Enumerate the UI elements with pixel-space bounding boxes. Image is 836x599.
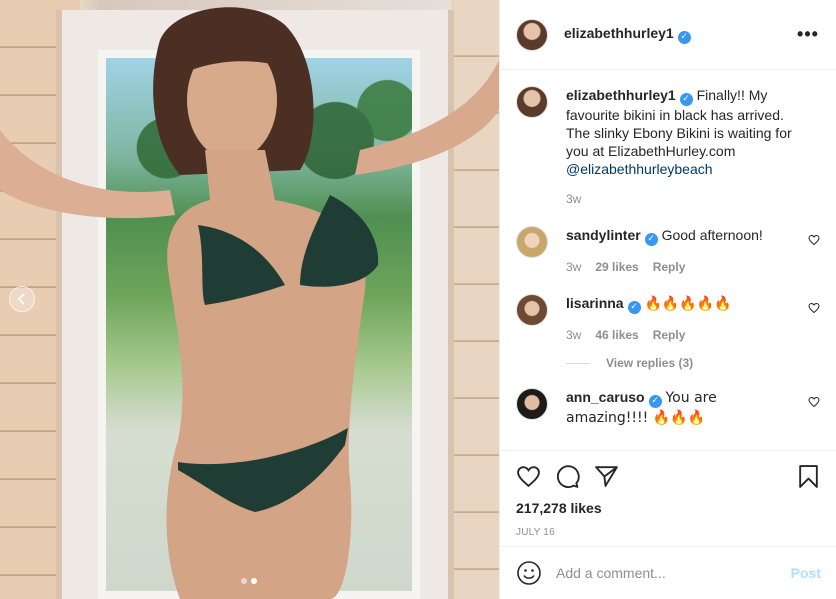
post-date[interactable]: JULY 16 <box>516 527 821 538</box>
add-comment-bar: Post <box>500 546 836 599</box>
add-comment-input[interactable] <box>556 565 791 581</box>
commenter-avatar[interactable] <box>516 226 548 258</box>
carousel-dot[interactable] <box>241 578 247 584</box>
comment-body: lisarinna ✓ 🔥🔥🔥🔥🔥 3w 46 likes Reply <box>566 294 820 344</box>
comment-meta: 3w 29 likes Reply <box>566 258 798 276</box>
post-actions: 217,278 likes JULY 16 <box>500 450 836 548</box>
caption-body: elizabethhurley1 ✓ Finally!! My favourite… <box>566 86 820 208</box>
comment-likes[interactable]: 29 likes <box>595 258 638 276</box>
post-comment-button[interactable]: Post <box>791 565 821 581</box>
caption-mention-link[interactable]: @elizabethhurleybeach <box>566 161 713 177</box>
save-bookmark-icon[interactable] <box>796 464 821 489</box>
comment-like-heart-icon[interactable] <box>808 396 820 408</box>
comment-item: ann_caruso ✓ You are amazing!!!! 🔥🔥🔥 <box>516 388 820 427</box>
commenter-avatar[interactable] <box>516 388 548 420</box>
emoji-smiley-icon[interactable] <box>516 560 542 586</box>
comments-list: elizabethhurley1 ✓ Finally!! My favourite… <box>500 70 836 450</box>
verified-badge-icon: ✓ <box>679 93 693 106</box>
comment-time[interactable]: 3w <box>566 326 581 344</box>
comment-username[interactable]: lisarinna <box>566 295 624 311</box>
likes-count[interactable]: 217,278 likes <box>516 500 821 516</box>
comment-meta: 3w 46 likes Reply <box>566 326 798 344</box>
view-replies-label: View replies (3) <box>606 356 694 370</box>
comment-text-block: lisarinna ✓ 🔥🔥🔥🔥🔥 <box>566 294 798 314</box>
comment-text-block: sandylinter ✓ Good afternoon! <box>566 226 798 246</box>
comment-text: 🔥🔥🔥🔥🔥 <box>644 296 732 312</box>
caption: elizabethhurley1 ✓ Finally!! My favourite… <box>516 86 820 208</box>
caption-meta: 3w <box>566 190 798 208</box>
comment-reply-button[interactable]: Reply <box>653 258 686 276</box>
chevron-left-icon <box>17 293 25 305</box>
comment-reply-button[interactable]: Reply <box>653 326 686 344</box>
author-avatar[interactable] <box>516 18 548 51</box>
like-heart-icon[interactable] <box>516 464 541 489</box>
comment-like-heart-icon[interactable] <box>808 302 820 314</box>
comment-like-heart-icon[interactable] <box>808 234 820 246</box>
comment-item: lisarinna ✓ 🔥🔥🔥🔥🔥 3w 46 likes Reply <box>516 294 820 344</box>
share-paper-plane-icon[interactable] <box>594 464 619 489</box>
author-name-block: elizabethhurley1 ✓ <box>564 25 796 44</box>
view-replies-button[interactable]: View replies (3) <box>566 356 820 370</box>
verified-badge-icon: ✓ <box>648 395 662 408</box>
photo-figure <box>0 7 499 599</box>
caption-text-block: elizabethhurley1 ✓ Finally!! My favourite… <box>566 86 798 178</box>
comment-username[interactable]: sandylinter <box>566 227 641 243</box>
verified-badge-icon: ✓ <box>677 31 691 44</box>
verified-badge-icon: ✓ <box>627 301 641 314</box>
commenter-avatar[interactable] <box>516 294 548 326</box>
more-options-icon[interactable]: ••• <box>796 24 820 45</box>
caption-avatar[interactable] <box>516 86 548 118</box>
comment-likes[interactable]: 46 likes <box>595 326 638 344</box>
comment-body: sandylinter ✓ Good afternoon! 3w 29 likes… <box>566 226 820 276</box>
post-panel: elizabethhurley1 ✓ ••• elizabethhurley1 ✓ … <box>499 0 836 599</box>
comment-text: Good afternoon! <box>661 227 763 243</box>
comment-item: sandylinter ✓ Good afternoon! 3w 29 likes… <box>516 226 820 276</box>
caption-username[interactable]: elizabethhurley1 <box>566 87 676 103</box>
comment-username[interactable]: ann_caruso <box>566 389 645 405</box>
post-photo[interactable] <box>0 0 499 599</box>
action-icons-row <box>516 461 821 491</box>
carousel-prev-button[interactable] <box>9 286 35 312</box>
comment-text-block: ann_caruso ✓ You are amazing!!!! 🔥🔥🔥 <box>566 388 798 427</box>
verified-badge-icon: ✓ <box>644 233 658 246</box>
carousel-dot-active[interactable] <box>251 578 257 584</box>
comment-time[interactable]: 3w <box>566 258 581 276</box>
author-username[interactable]: elizabethhurley1 <box>564 25 674 41</box>
post-header: elizabethhurley1 ✓ ••• <box>500 0 836 70</box>
carousel-dots <box>241 578 257 584</box>
comment-body: ann_caruso ✓ You are amazing!!!! 🔥🔥🔥 <box>566 388 820 427</box>
view-replies-divider <box>566 362 590 364</box>
comment-bubble-icon[interactable] <box>555 464 580 489</box>
caption-time[interactable]: 3w <box>566 190 581 208</box>
